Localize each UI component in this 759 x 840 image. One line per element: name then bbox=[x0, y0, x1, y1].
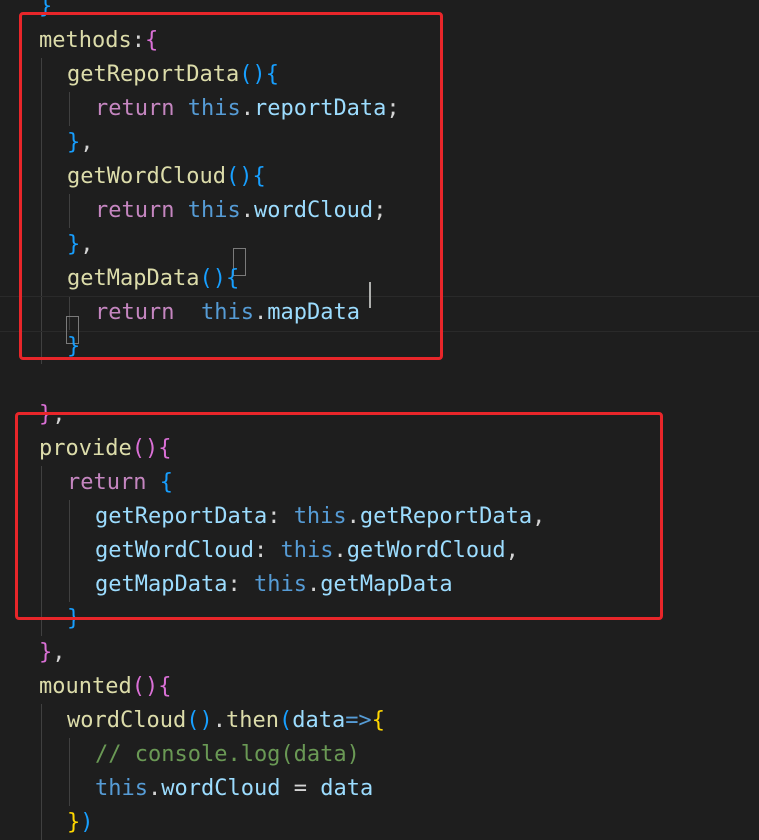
code-line[interactable]: wordCloud().then(data=>{ bbox=[67, 704, 385, 738]
provide-highlight-box bbox=[15, 412, 663, 620]
indent-guide bbox=[69, 772, 70, 806]
code-token: // console.log(data) bbox=[95, 742, 360, 767]
code-token: { bbox=[371, 708, 385, 733]
indent-guide bbox=[69, 738, 70, 772]
indent-guide bbox=[41, 738, 42, 772]
code-editor[interactable]: } methods:{getReportData(){return this.re… bbox=[0, 0, 759, 840]
code-token: => bbox=[345, 708, 372, 733]
code-line[interactable]: mounted(){ bbox=[39, 670, 171, 704]
code-token: then bbox=[225, 708, 279, 733]
code-token: data bbox=[292, 708, 346, 733]
code-token: wordCloud bbox=[67, 708, 187, 733]
indent-guide bbox=[41, 704, 42, 738]
code-token: ( bbox=[278, 708, 293, 733]
indent-guide bbox=[41, 806, 42, 840]
code-line[interactable]: }) bbox=[67, 806, 94, 840]
code-token: () bbox=[131, 674, 159, 699]
code-token: data bbox=[320, 776, 374, 801]
code-token: mounted bbox=[39, 674, 132, 699]
code-line[interactable]: this.wordCloud = data bbox=[95, 772, 373, 806]
code-token: = bbox=[280, 776, 321, 801]
code-token: . bbox=[147, 776, 162, 801]
methods-highlight-box bbox=[19, 12, 443, 360]
code-token: } bbox=[39, 640, 53, 665]
code-line[interactable]: // console.log(data) bbox=[95, 738, 360, 772]
indent-guide bbox=[41, 772, 42, 806]
code-token: () bbox=[186, 708, 213, 733]
code-token: , bbox=[52, 640, 66, 665]
code-token: this bbox=[95, 776, 148, 801]
code-token: . bbox=[212, 708, 226, 733]
code-token: { bbox=[158, 674, 172, 699]
code-token: wordCloud bbox=[161, 776, 281, 801]
code-line[interactable]: }, bbox=[39, 636, 66, 670]
